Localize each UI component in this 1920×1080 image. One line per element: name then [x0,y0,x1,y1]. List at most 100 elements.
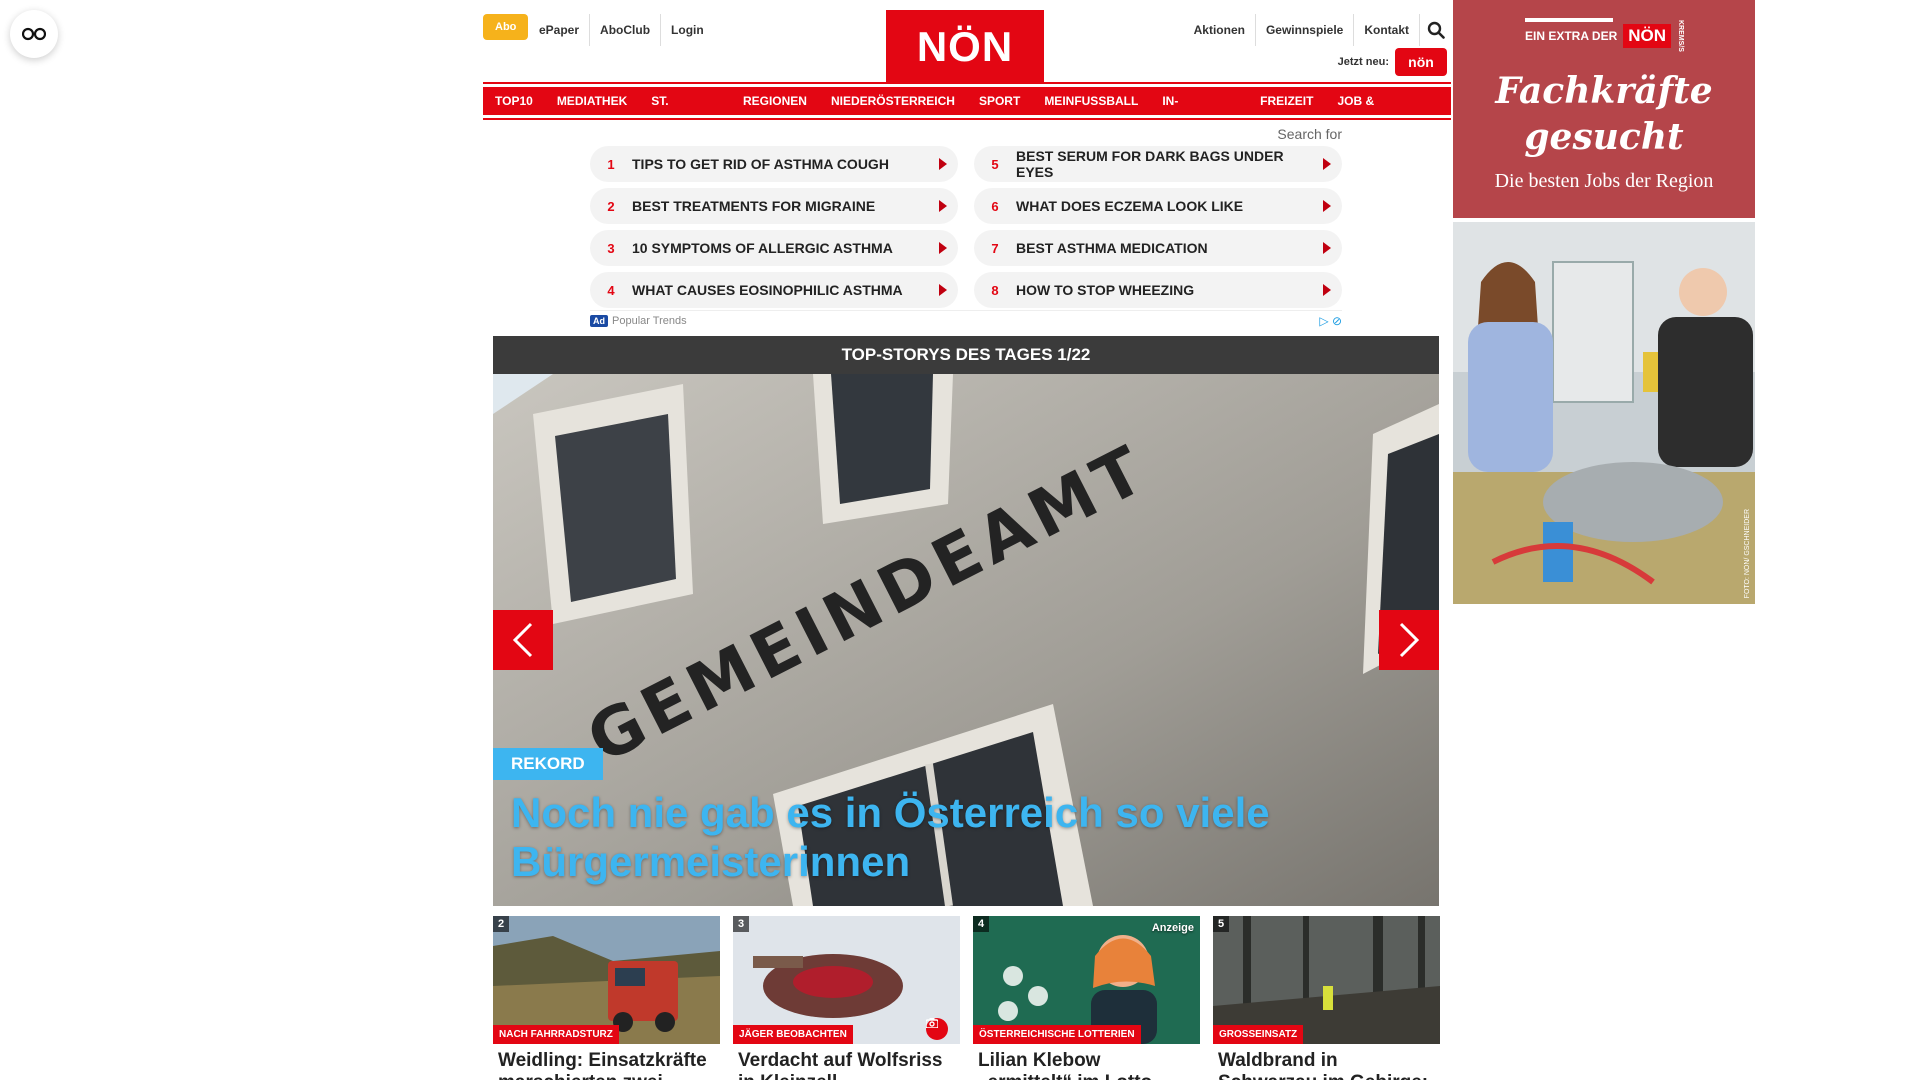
side-ad-bar [1525,18,1613,22]
story-thumbnail: 4 Anzeige ÖSTERREICHISCHE LOTTERIEN [973,916,1200,1044]
story-kicker: GROSSEINSATZ [1213,1025,1304,1044]
ads-search-label: Search for [1277,126,1342,142]
ad-item-text: WHAT CAUSES EOSINOPHILIC ASTHMA [632,282,903,298]
play-arrow-icon [928,158,958,170]
side-ad-banner: EIN EXTRA DER NÖN KREMS/S Fachkräfte ges… [1453,0,1755,218]
carousel-prev-button[interactable] [493,610,553,670]
sponsored-search-block: Search for 1 TIPS TO GET RID OF ASTHMA CO… [590,126,1342,328]
ad-item-text: BEST SERUM FOR DARK BAGS UNDER EYES [1016,148,1284,180]
story-title[interactable]: Weidling: Einsatzkräfte marschierten zwe… [493,1050,720,1080]
camera-icon [926,1018,948,1040]
side-ad-headline: Fachkräfte gesucht [1453,68,1755,160]
aktionen-link[interactable]: Aktionen [1184,14,1255,46]
story-card[interactable]: 4 Anzeige ÖSTERREICHISCHE LOTTERIEN Lili… [973,916,1200,1080]
jetzt-neu: Jetzt neu: nön [1338,48,1447,76]
side-ad-extra: EIN EXTRA DER NÖN KREMS/S [1525,18,1685,52]
hero-tag[interactable]: REKORD [493,748,603,780]
site-header: Abo ePaper AboClub Login NÖN Aktionen Ge… [483,10,1451,84]
nav-item-in-ausland[interactable]: IN-AUSLAND [1150,87,1249,136]
story-card[interactable]: 3 JÄGER BEOBACHTEN Verdacht auf Wolfsris… [733,916,960,1080]
ad-label: Anzeige [1151,922,1194,934]
hero-headline[interactable]: Noch nie gab es in Österreich so viele B… [511,788,1411,886]
gewinnspiele-link[interactable]: Gewinnspiele [1254,14,1353,46]
ad-item[interactable]: 2 BEST TREATMENTS FOR MIGRAINE [590,188,958,224]
epaper-link[interactable]: ePaper [529,14,589,46]
jetzt-neu-badge[interactable]: nön [1395,48,1447,76]
ad-item[interactable]: 7 BEST ASTHMA MEDICATION [974,230,1342,266]
ad-item-text: 10 SYMPTOMS OF ALLERGIC ASTHMA [632,240,893,256]
top-stories-title: TOP-STORYS DES TAGES 1/22 [493,336,1439,374]
ad-item-number: 1 [607,156,615,172]
side-ad-subline: Die besten Jobs der Region [1494,170,1714,192]
play-arrow-icon [928,284,958,296]
story-thumbnail: 2 NACH FAHRRADSTURZ [493,916,720,1044]
play-arrow-icon [928,242,958,254]
abo-button[interactable]: Abo [483,14,529,40]
nav-item-top10[interactable]: TOP10 [483,87,545,115]
nav-item-freizeit[interactable]: FREIZEIT [1248,87,1326,115]
ad-item[interactable]: 5 BEST SERUM FOR DARK BAGS UNDER EYES [974,146,1342,182]
kontakt-link[interactable]: Kontakt [1353,14,1419,46]
play-arrow-icon [1312,200,1342,212]
site-logo[interactable]: NÖN [886,10,1044,84]
story-title[interactable]: Verdacht auf Wolfsriss in Kleinzell [733,1050,960,1080]
play-arrow-icon [1312,242,1342,254]
nav-item-mediathek[interactable]: MEDIATHEK [544,87,640,115]
hero-story[interactable]: GEMEINDEAMT REKORD Noch nie gab es in Ös… [493,374,1439,906]
ad-item-text: WHAT DOES ECZEMA LOOK LIKE [1016,198,1244,214]
story-number: 3 [733,916,750,932]
story-thumbnail: 5 GROSSEINSATZ [1213,916,1440,1044]
side-ad-photo-credit: FOTO: NÖN/ GSCHNEIDER [1744,508,1751,598]
nav-item-meinfussball[interactable]: MEINFUSSBALL [1032,87,1151,115]
ad-item-text: BEST TREATMENTS FOR MIGRAINE [632,198,876,214]
aboclub-link[interactable]: AboClub [589,14,660,46]
search-icon[interactable] [1419,14,1451,46]
story-kicker: JÄGER BEOBACHTEN [733,1025,853,1044]
chevron-left-icon [512,622,533,658]
story-thumbnail: 3 JÄGER BEOBACHTEN [733,916,960,1044]
nav-item-st-poelten[interactable]: ST. PÖLTEN [639,87,731,136]
top-links-left: ePaper AboClub Login [529,14,714,46]
story-kicker: NACH FAHRRADSTURZ [493,1025,619,1044]
ads-footer: Ad Popular Trends ▷ ⊘ [590,310,1342,328]
ad-item-text: BEST ASTHMA MEDICATION [1016,240,1208,256]
nav-item-regionen[interactable]: REGIONEN [730,87,819,115]
ad-item-number: 4 [607,282,615,298]
ad-item-number: 7 [991,240,999,256]
nav-item-sport[interactable]: SPORT [966,87,1033,115]
reader-mode-button[interactable] [10,10,58,58]
adchoices-icon[interactable]: ▷ ⊘ [1319,314,1342,328]
story-kicker: ÖSTERREICHISCHE LOTTERIEN [973,1025,1141,1044]
ad-item-text: TIPS TO GET RID OF ASTHMA COUGH [632,156,889,172]
ad-item-number: 5 [991,156,999,172]
nav-item-job-karriere[interactable]: JOB & KARRIERE [1325,87,1451,136]
side-ad-logo: NÖN [1623,23,1672,48]
side-advertisement[interactable]: EIN EXTRA DER NÖN KREMS/S Fachkräfte ges… [1453,0,1755,604]
page: Abo ePaper AboClub Login NÖN Aktionen Ge… [0,0,1920,1080]
story-title[interactable]: Lilian Klebow „ermittelt“ im Lotto Studi… [973,1050,1200,1080]
ad-item[interactable]: 1 TIPS TO GET RID OF ASTHMA COUGH [590,146,958,182]
ad-badge: Ad [590,315,608,327]
ad-item-number: 8 [991,282,999,298]
side-ad-vertical-tag: KREMS/S [1677,20,1685,52]
ad-item[interactable]: 6 WHAT DOES ECZEMA LOOK LIKE [974,188,1342,224]
ad-item-number: 2 [607,198,615,214]
side-ad-headline-2: gesucht [1524,116,1684,158]
play-arrow-icon [1312,284,1342,296]
ad-item-text: HOW TO STOP WHEEZING [1016,282,1195,298]
nav-item-niederoesterreich[interactable]: NIEDERÖSTERREICH [818,87,967,115]
story-title[interactable]: Waldbrand in Schwarzau im Gebirge: [1213,1050,1440,1080]
login-link[interactable]: Login [660,14,714,46]
glasses-icon [22,27,46,41]
story-card[interactable]: 2 NACH FAHRRADSTURZ Weidling: Einsatzkrä… [493,916,720,1080]
carousel-next-button[interactable] [1379,610,1439,670]
ad-item[interactable]: 8 HOW TO STOP WHEEZING [974,272,1342,308]
ad-item[interactable]: 3 10 SYMPTOMS OF ALLERGIC ASTHMA [590,230,958,266]
ad-item-number: 3 [607,240,615,256]
story-number: 2 [493,916,510,932]
ads-grid: 1 TIPS TO GET RID OF ASTHMA COUGH 5 BEST S… [590,146,1342,308]
story-card[interactable]: 5 GROSSEINSATZ Waldbrand in Schwarzau im… [1213,916,1440,1080]
ads-footer-label: Popular Trends [612,315,687,327]
ad-item[interactable]: 4 WHAT CAUSES EOSINOPHILIC ASTHMA [590,272,958,308]
story-number: 4 [973,916,990,932]
